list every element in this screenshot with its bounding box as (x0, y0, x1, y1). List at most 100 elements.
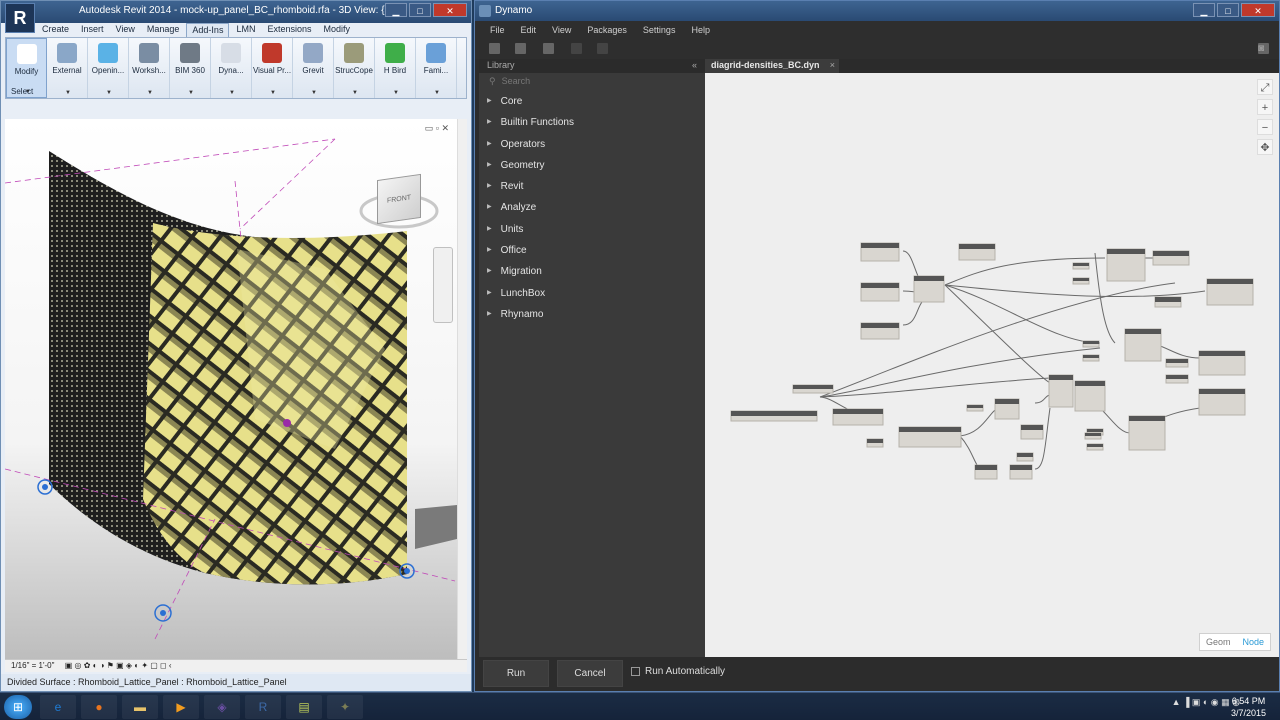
menu-packages[interactable]: Packages (582, 21, 638, 39)
menu-help[interactable]: Help (686, 21, 721, 39)
library-item-revit[interactable]: ▶ Revit (479, 176, 705, 197)
library-item-geometry[interactable]: ▶ Geometry (479, 155, 705, 176)
menu-file[interactable]: File (485, 21, 516, 39)
tab-diagrid-densities[interactable]: diagrid-densities_BC.dyn × (705, 59, 839, 73)
chevron-down-icon[interactable]: ▼ (106, 90, 112, 96)
zoom-in-icon[interactable]: + (1257, 99, 1273, 115)
ribbon-tab-manage[interactable]: Manage (142, 23, 185, 37)
chevron-down-icon[interactable]: ▼ (393, 90, 399, 96)
graph-node[interactable] (1020, 424, 1044, 440)
close-button[interactable]: ✕ (1241, 3, 1275, 17)
node-toggle[interactable]: Node (1236, 634, 1270, 650)
chevron-down-icon[interactable]: ▼ (188, 90, 194, 96)
library-item-builtin-functions[interactable]: ▶ Builtin Functions (479, 112, 705, 133)
graph-node[interactable] (966, 404, 984, 412)
media-player-icon[interactable]: ▶ (163, 695, 199, 719)
library-item-units[interactable]: ▶ Units (479, 219, 705, 240)
vertical-scrollbar[interactable] (457, 119, 467, 659)
graph-nodes[interactable] (730, 242, 1254, 480)
visual-studio-icon[interactable]: ◈ (204, 695, 240, 719)
dynamo-task-icon[interactable]: ✦ (327, 695, 363, 719)
graph-node[interactable] (1048, 374, 1074, 408)
redo-icon[interactable] (597, 43, 608, 54)
minimize-button[interactable]: ▁ (385, 3, 407, 17)
navigation-bar[interactable] (433, 247, 453, 323)
viewcube[interactable]: FRONT (377, 173, 421, 225)
library-search[interactable]: ⚲ Search (479, 73, 705, 91)
graph-node[interactable] (974, 464, 998, 480)
graph-node[interactable] (1106, 248, 1146, 282)
geom-toggle[interactable]: Geom (1200, 634, 1237, 650)
system-tray-icons[interactable]: ▲ ▐ ▣ ◐ ◉ ▦ ◍ (1172, 697, 1240, 708)
ribbon-button-grevit[interactable]: Grevit ▼ (293, 38, 334, 98)
library-item-office[interactable]: ▶ Office (479, 240, 705, 261)
clock[interactable]: 6:54 PM 3/7/2015 (1231, 695, 1266, 719)
3d-viewport[interactable]: ▭ ▫ ✕ FRONT (5, 119, 467, 659)
chevron-down-icon[interactable]: ▼ (434, 90, 440, 96)
graph-node[interactable] (1206, 278, 1254, 306)
graph-node[interactable] (1198, 388, 1246, 416)
ribbon-button-h-bird[interactable]: H Bird ▼ (375, 38, 416, 98)
view-scale[interactable]: 1/16" = 1'-0" (11, 661, 54, 670)
revit-icon[interactable]: R (245, 695, 281, 719)
ribbon-tab-lmn[interactable]: LMN (231, 23, 260, 37)
search-input[interactable]: Search (502, 76, 531, 88)
graph-node[interactable] (1016, 452, 1034, 462)
run-button[interactable]: Run (483, 660, 549, 687)
graph-node[interactable] (792, 384, 834, 394)
save-icon[interactable] (543, 43, 554, 54)
graph-node[interactable] (994, 398, 1020, 420)
graph-node[interactable] (866, 438, 884, 448)
graph-node[interactable] (832, 408, 884, 426)
collapse-library-icon[interactable]: « (692, 60, 697, 70)
ribbon-button-bim-360[interactable]: BIM 360 ▼ (170, 38, 211, 98)
library-item-migration[interactable]: ▶ Migration (479, 261, 705, 282)
viewport-window-controls[interactable]: ▭ ▫ ✕ (425, 123, 449, 134)
close-button[interactable]: ✕ (433, 3, 467, 17)
tab-close-icon[interactable]: × (830, 60, 835, 70)
minimize-button[interactable]: ▁ (1193, 3, 1215, 17)
chevron-down-icon[interactable]: ▼ (147, 90, 153, 96)
zoom-to-fit-icon[interactable]: ⤢ (1257, 79, 1273, 95)
graph-node[interactable] (860, 242, 900, 262)
run-automatically-checkbox[interactable] (631, 667, 640, 676)
graph-node[interactable] (1198, 350, 1246, 376)
ribbon-tab-add-ins[interactable]: Add-Ins (186, 23, 230, 37)
camera-icon[interactable]: ◙ (1258, 43, 1269, 54)
graph-node[interactable] (1154, 296, 1182, 308)
chevron-down-icon[interactable]: ▼ (311, 90, 317, 96)
maximize-button[interactable]: □ (409, 3, 431, 17)
select-dropdown[interactable]: Select (11, 87, 33, 96)
firefox-icon[interactable]: ● (81, 695, 117, 719)
graph-node[interactable] (1165, 358, 1189, 368)
ribbon-button-fami[interactable]: Fami... ▼ (416, 38, 457, 98)
zoom-out-icon[interactable]: − (1257, 119, 1273, 135)
library-item-lunchbox[interactable]: ▶ LunchBox (479, 283, 705, 304)
ie-icon[interactable]: e (40, 695, 76, 719)
view-control-icons[interactable]: ▣ ◎ ✿ ◐ ◑ ⚑ ▣ ◈ ◐ ✦ ▢ ◻ ‹ (65, 661, 172, 670)
menu-view[interactable]: View (547, 21, 582, 39)
undo-icon[interactable] (571, 43, 582, 54)
node-graph[interactable] (705, 73, 1279, 657)
graph-node[interactable] (1009, 464, 1033, 480)
chevron-down-icon[interactable]: ▼ (270, 90, 276, 96)
ribbon-button-openin[interactable]: Openin... ▼ (88, 38, 129, 98)
chevron-down-icon[interactable]: ▼ (352, 90, 358, 96)
library-item-rhynamo[interactable]: ▶ Rhynamo (479, 304, 705, 325)
graph-node[interactable] (1082, 340, 1100, 348)
menu-settings[interactable]: Settings (638, 21, 687, 39)
maximize-button[interactable]: □ (1217, 3, 1239, 17)
pan-icon[interactable]: ✥ (1257, 139, 1273, 155)
revit-app-button[interactable]: R (5, 3, 35, 33)
selection-point[interactable] (283, 419, 291, 427)
ribbon-button-external[interactable]: External ▼ (47, 38, 88, 98)
graph-node[interactable] (1124, 328, 1162, 362)
ribbon-button-worksh[interactable]: Worksh... ▼ (129, 38, 170, 98)
cancel-button[interactable]: Cancel (557, 660, 623, 687)
graph-node[interactable] (730, 410, 818, 422)
graph-node[interactable] (898, 426, 962, 448)
ribbon-button-visual-pr[interactable]: Visual Pr... ▼ (252, 38, 293, 98)
graph-node[interactable] (1128, 415, 1166, 451)
geom-node-toggle[interactable]: Geom Node (1198, 633, 1271, 651)
chevron-down-icon[interactable]: ▼ (65, 90, 71, 96)
